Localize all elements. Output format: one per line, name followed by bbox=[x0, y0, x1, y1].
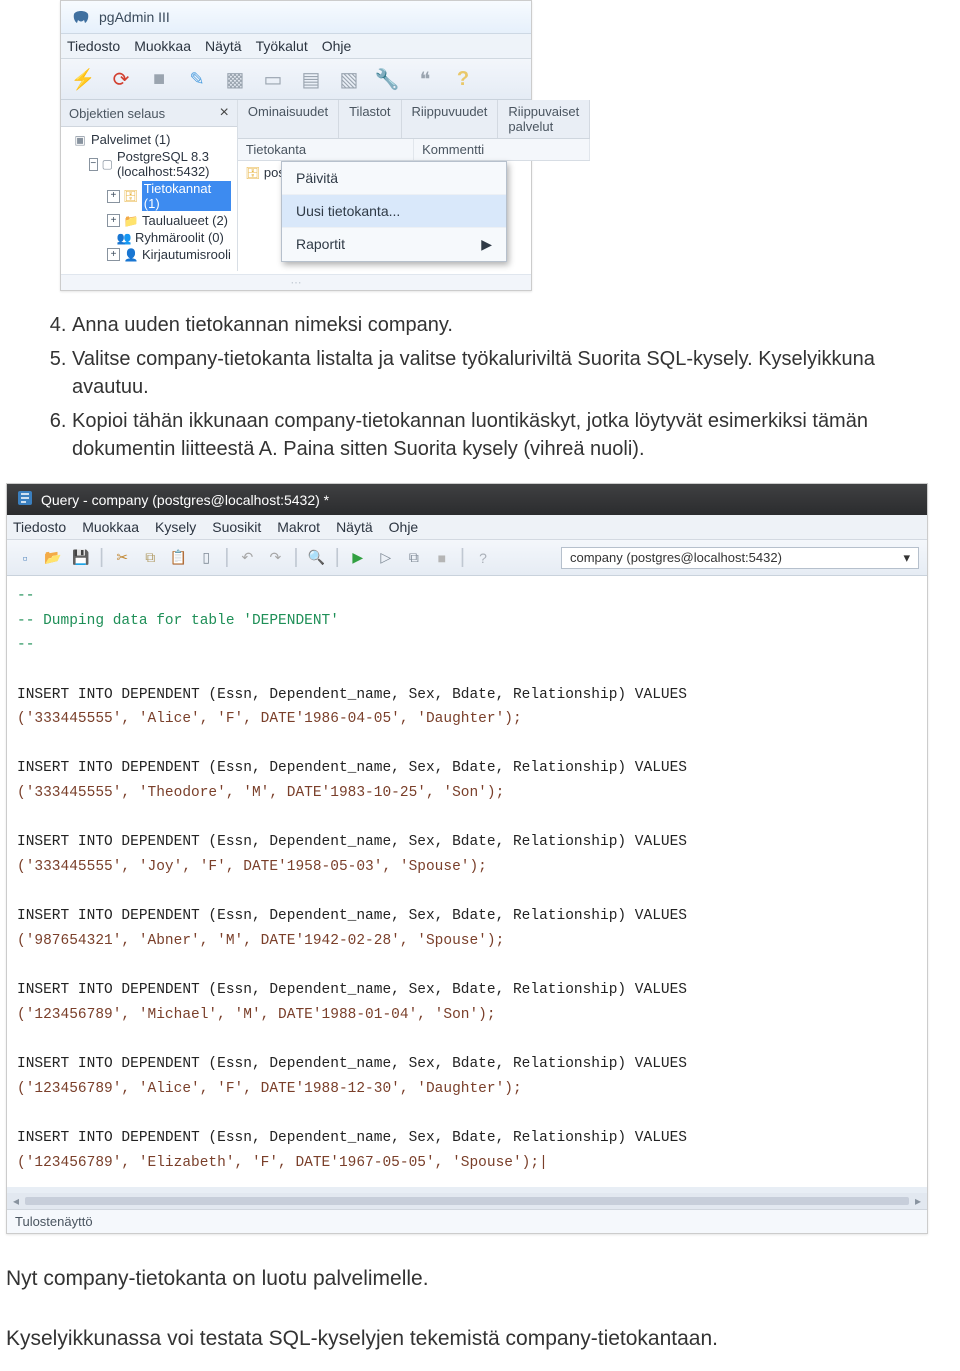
menu-favorites[interactable]: Suosikit bbox=[212, 519, 261, 535]
query-window: Query - company (postgres@localhost:5432… bbox=[6, 483, 928, 1234]
copy-icon[interactable]: ⧉ bbox=[140, 548, 160, 568]
tree-node-servers[interactable]: ▣ Palvelimet (1) bbox=[73, 131, 231, 148]
collapse-icon[interactable]: − bbox=[89, 158, 98, 171]
instruction-list: Anna uuden tietokannan nimeksi company. … bbox=[36, 311, 930, 463]
menu-file[interactable]: Tiedosto bbox=[13, 519, 66, 535]
server-icon: ▢ bbox=[102, 157, 113, 171]
horizontal-scrollbar[interactable]: ◂▸ bbox=[7, 1193, 927, 1209]
grid-header: Tietokanta Kommentti bbox=[238, 139, 590, 161]
new-file-icon[interactable]: ▫ bbox=[15, 548, 35, 568]
list-item: Anna uuden tietokannan nimeksi company. bbox=[72, 311, 930, 339]
resize-handle[interactable]: ⋯ bbox=[61, 274, 531, 290]
expand-icon[interactable]: + bbox=[107, 248, 120, 261]
tool-icon[interactable]: ▩ bbox=[221, 65, 249, 93]
help-icon[interactable]: ? bbox=[449, 65, 477, 93]
db-selector[interactable]: company (postgres@localhost:5432) ▾ bbox=[561, 547, 919, 569]
body-paragraph: Kyselyikkunassa voi testata SQL-kyselyje… bbox=[6, 1324, 954, 1353]
ctx-reports[interactable]: Raportit ▶ bbox=[282, 227, 506, 261]
tree-node-databases[interactable]: + 🗄 Tietokannat (1) bbox=[107, 180, 231, 212]
tab-statistics[interactable]: Tilastot bbox=[339, 100, 401, 138]
hint-icon[interactable]: ❝ bbox=[411, 65, 439, 93]
menu-bar: Tiedosto Muokkaa Näytä Työkalut Ohje bbox=[61, 34, 531, 59]
col-database: Tietokanta bbox=[238, 139, 414, 160]
clear-icon[interactable]: ▯ bbox=[196, 548, 216, 568]
menu-help[interactable]: Ohje bbox=[322, 38, 352, 54]
output-pane-header: Tulostenäyttö bbox=[7, 1209, 927, 1233]
body-paragraph: Nyt company-tietokanta on luotu palvelim… bbox=[6, 1264, 954, 1293]
dropdown-arrow-icon: ▾ bbox=[903, 550, 910, 566]
browser-header-label: Objektien selaus bbox=[69, 106, 165, 121]
close-icon[interactable]: × bbox=[220, 104, 229, 122]
tool-icon[interactable]: ▭ bbox=[259, 65, 287, 93]
menu-edit[interactable]: Muokkaa bbox=[82, 519, 139, 535]
submenu-arrow-icon: ▶ bbox=[481, 236, 492, 253]
elephant-icon bbox=[71, 7, 91, 27]
menu-edit[interactable]: Muokkaa bbox=[134, 38, 191, 54]
cut-icon[interactable]: ✂ bbox=[112, 548, 132, 568]
sql-icon bbox=[17, 490, 33, 509]
database-icon: 🗄 bbox=[124, 189, 138, 203]
user-icon: 👤 bbox=[124, 248, 138, 262]
sql-icon[interactable]: ✎ bbox=[183, 65, 211, 93]
server-group-icon: ▣ bbox=[73, 133, 87, 147]
sql-editor[interactable]: ---- Dumping data for table 'DEPENDENT'-… bbox=[7, 576, 927, 1193]
grid-icon[interactable]: ▤ bbox=[297, 65, 325, 93]
expand-icon[interactable]: + bbox=[107, 214, 120, 227]
window-titlebar: pgAdmin III bbox=[61, 1, 531, 34]
ctx-new-database[interactable]: Uusi tietokanta... bbox=[282, 194, 506, 227]
col-comment: Kommentti bbox=[414, 139, 590, 160]
tree-node-loginroles[interactable]: + 👤 Kirjautumisrooli bbox=[107, 246, 231, 263]
undo-icon[interactable]: ↶ bbox=[237, 548, 257, 568]
list-item: Kopioi tähän ikkunaan company-tietokanna… bbox=[72, 407, 930, 463]
database-icon: 🗄 bbox=[246, 166, 260, 180]
role-icon: 👥 bbox=[117, 231, 131, 245]
tab-dependencies[interactable]: Riippuvuudet bbox=[402, 100, 499, 138]
run-icon[interactable]: ▶ bbox=[348, 548, 368, 568]
list-item: Valitse company-tietokanta listalta ja v… bbox=[72, 345, 930, 401]
open-file-icon[interactable]: 📂 bbox=[43, 548, 63, 568]
query-title: Query - company (postgres@localhost:5432… bbox=[41, 492, 329, 508]
save-icon[interactable]: 💾 bbox=[71, 548, 91, 568]
tree-node-grouproles[interactable]: 👥 Ryhmäroolit (0) bbox=[107, 229, 231, 246]
plug-icon[interactable]: ⚡ bbox=[69, 65, 97, 93]
explain-icon[interactable]: ⧉ bbox=[404, 548, 424, 568]
tree-node-tablespaces[interactable]: + 📁 Taulualueet (2) bbox=[107, 212, 231, 229]
tab-dependents[interactable]: Riippuvaiset palvelut bbox=[498, 100, 590, 138]
paste-icon[interactable]: 📋 bbox=[168, 548, 188, 568]
window-title: pgAdmin III bbox=[99, 9, 170, 25]
object-browser-panel: Objektien selaus × ▣ Palvelimet (1) − ▢ … bbox=[61, 100, 238, 271]
object-tree: ▣ Palvelimet (1) − ▢ PostgreSQL 8.3 (loc… bbox=[61, 127, 237, 271]
query-toolbar: ▫ 📂 💾 | ✂ ⧉ 📋 ▯ | ↶ ↷ | 🔍 | ▶ ▷ ⧉ ■ | ? … bbox=[7, 540, 927, 576]
find-icon[interactable]: 🔍 bbox=[307, 548, 327, 568]
tree-node-postgresql[interactable]: − ▢ PostgreSQL 8.3 (localhost:5432) bbox=[89, 148, 231, 180]
toolbar: ⚡ ⟳ ■ ✎ ▩ ▭ ▤ ▧ 🔧 ❝ ? bbox=[61, 59, 531, 100]
wrench-icon[interactable]: 🔧 bbox=[373, 65, 401, 93]
stop-icon[interactable]: ■ bbox=[432, 548, 452, 568]
run-file-icon[interactable]: ▷ bbox=[376, 548, 396, 568]
menu-help[interactable]: Ohje bbox=[389, 519, 419, 535]
menu-file[interactable]: Tiedosto bbox=[67, 38, 120, 54]
context-menu: Päivitä Uusi tietokanta... Raportit ▶ bbox=[281, 161, 507, 262]
query-menu-bar: Tiedosto Muokkaa Kysely Suosikit Makrot … bbox=[7, 515, 927, 540]
ctx-refresh[interactable]: Päivitä bbox=[282, 162, 506, 194]
menu-query[interactable]: Kysely bbox=[155, 519, 196, 535]
menu-macros[interactable]: Makrot bbox=[277, 519, 320, 535]
pgadmin-window: pgAdmin III Tiedosto Muokkaa Näytä Työka… bbox=[60, 0, 532, 291]
tab-properties[interactable]: Ominaisuudet bbox=[238, 100, 339, 138]
tool-icon[interactable]: ■ bbox=[145, 65, 173, 93]
redo-icon[interactable]: ↷ bbox=[265, 548, 285, 568]
menu-view[interactable]: Näytä bbox=[205, 38, 242, 54]
expand-icon[interactable]: + bbox=[107, 190, 120, 203]
menu-view[interactable]: Näytä bbox=[336, 519, 373, 535]
menu-tools[interactable]: Työkalut bbox=[256, 38, 308, 54]
grid-filter-icon[interactable]: ▧ bbox=[335, 65, 363, 93]
query-titlebar: Query - company (postgres@localhost:5432… bbox=[7, 484, 927, 515]
help-icon[interactable]: ? bbox=[473, 548, 493, 568]
reload-icon[interactable]: ⟳ bbox=[107, 65, 135, 93]
tablespace-icon: 📁 bbox=[124, 214, 138, 228]
